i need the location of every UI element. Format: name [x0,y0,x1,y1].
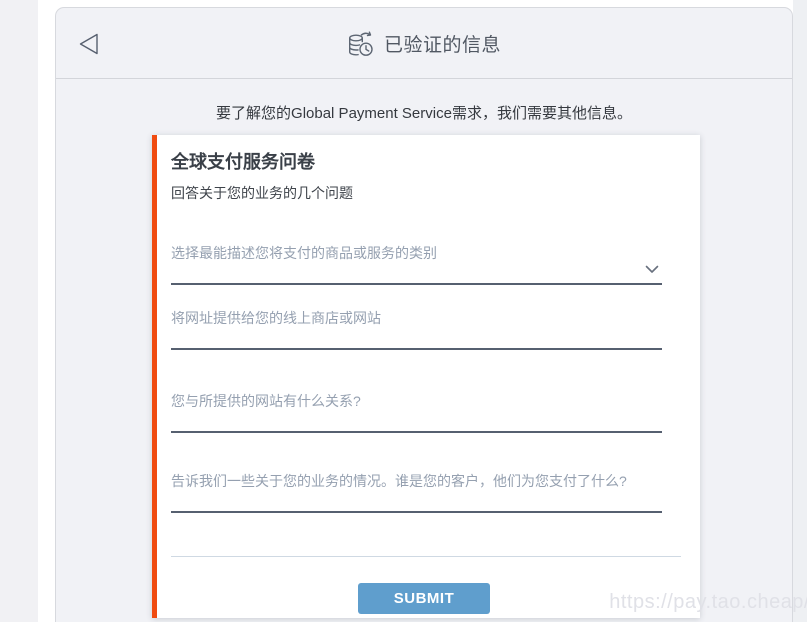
panel-title: 已验证的信息 [384,30,501,57]
panel-title-group: 已验证的信息 [347,28,501,58]
verified-info-panel: 已验证的信息 要了解您的Global Payment Service需求，我们需… [55,7,793,622]
chevron-down-icon [645,265,659,274]
website-relationship-field[interactable]: 您与所提供的网站有什么关系? [171,392,662,433]
panel-header: 已验证的信息 [56,8,792,79]
questionnaire-subtitle: 回答关于您的业务的几个问题 [171,183,353,203]
intro-text: 要了解您的Global Payment Service需求，我们需要其他信息。 [56,102,792,123]
website-relationship-label: 您与所提供的网站有什么关系? [171,392,662,411]
back-triangle-icon [76,32,102,56]
form-divider [171,556,681,557]
left-gutter [0,0,38,622]
website-url-label: 将网址提供给您的线上商店或网站 [171,309,662,328]
coins-clock-icon [347,28,375,58]
questionnaire-card: 全球支付服务问卷 回答关于您的业务的几个问题 选择最能描述您将支付的商品或服务的… [152,135,700,618]
category-select-label: 选择最能描述您将支付的商品或服务的类别 [171,244,662,263]
page: 已验证的信息 要了解您的Global Payment Service需求，我们需… [0,0,807,622]
business-description-field[interactable]: 告诉我们一些关于您的业务的情况。谁是您的客户，他们为您支付了什么? [171,472,662,513]
questionnaire-title: 全球支付服务问卷 [171,148,315,174]
right-gutter [793,0,807,622]
category-select[interactable]: 选择最能描述您将支付的商品或服务的类别 [171,244,662,285]
website-url-field[interactable]: 将网址提供给您的线上商店或网站 [171,309,662,350]
back-button[interactable] [75,31,103,57]
submit-button[interactable]: SUBMIT [358,583,490,614]
business-description-label: 告诉我们一些关于您的业务的情况。谁是您的客户，他们为您支付了什么? [171,472,662,491]
